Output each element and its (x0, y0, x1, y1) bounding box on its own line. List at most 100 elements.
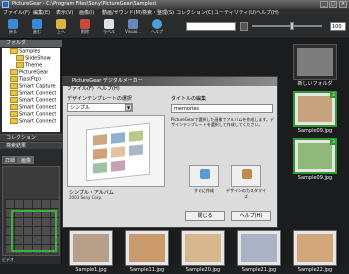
preview-photo (93, 148, 107, 160)
customize-button[interactable] (231, 165, 261, 187)
menu-file[interactable]: ファイル(F) (3, 9, 30, 17)
tree-item-label: Tips(Ftp) (19, 76, 41, 83)
minimize-button[interactable]: _ (320, 1, 328, 8)
tree-item[interactable]: Smart Capture (10, 83, 56, 90)
template-select[interactable]: シンプル (67, 103, 133, 112)
thumbnail-label: Sample11.jpg (129, 267, 165, 273)
folder-icon (10, 111, 18, 117)
photo-icon (129, 234, 165, 262)
folder-icon (10, 76, 18, 82)
menu-search[interactable]: 検索・整理(S) (142, 9, 174, 17)
make-now-label: すぐに作成 (194, 188, 214, 193)
preview-selection (11, 210, 57, 252)
visual-button[interactable]: Visual... (122, 18, 144, 38)
back-label: 戻る (9, 29, 17, 34)
menu-collection[interactable]: コレクション(C) (176, 9, 213, 17)
preview-photo (93, 162, 107, 174)
thumbnail[interactable] (293, 44, 337, 80)
up-icon (56, 19, 66, 29)
preview-photo (129, 144, 143, 156)
folder-tree[interactable]: Samples SlideShow Theme PictureGear Tips… (2, 48, 60, 132)
thumbnail[interactable] (293, 230, 337, 266)
folder-header: フォルダ (0, 40, 62, 47)
up-button[interactable]: 上へ (50, 18, 72, 38)
forward-button[interactable]: 進む (26, 18, 48, 38)
thumbnail-label: Sample09.jpg (297, 175, 333, 181)
tree-item[interactable]: Smart Connect (10, 104, 56, 111)
delete-icon (80, 19, 90, 29)
dialog-menu-file[interactable]: ファイル(F) (67, 86, 94, 93)
thumbnail[interactable] (69, 230, 113, 266)
tree-item[interactable]: Smart Connect (10, 111, 56, 118)
maximize-button[interactable]: □ (329, 1, 337, 8)
folder-icon (16, 62, 24, 68)
close-button[interactable]: × (339, 1, 347, 8)
chevron-down-icon[interactable]: ▼ (125, 104, 132, 111)
dialog-close-button[interactable]: 閉じる (185, 211, 225, 221)
label-badge: 3 (330, 92, 337, 98)
back-button[interactable]: 戻る (2, 18, 24, 38)
tree-item[interactable]: Smart Connect (10, 97, 56, 104)
make-now-button[interactable] (189, 165, 219, 187)
folder-icon (16, 55, 24, 61)
collection-section[interactable]: コレクション (0, 134, 62, 141)
tree-item-label: Samples (19, 48, 41, 55)
zoom-field[interactable]: 100 (330, 22, 346, 31)
zoom-slider-track[interactable] (252, 25, 322, 27)
help-button[interactable]: ヘルプ (146, 18, 168, 38)
menu-edit[interactable]: 編集(E) (33, 9, 50, 17)
menu-help[interactable]: ヘルプ(H) (256, 9, 279, 17)
label-badge: 3 (330, 139, 337, 145)
tree-item[interactable]: Smart Connect (10, 90, 56, 97)
menu-view[interactable]: 表示(V) (56, 9, 73, 17)
search-results-section[interactable]: 検索結果 (0, 142, 62, 149)
digital-maker-dialog: PictureGear デジタルメーカー ファイル(F) ヘルプ(H) デザイン… (62, 76, 278, 228)
tree-item-label: Smart Connect (19, 111, 57, 118)
zoom-slider-thumb[interactable] (290, 22, 294, 30)
search-go-icon[interactable] (240, 22, 248, 31)
thumbnail[interactable]: 3 (293, 91, 337, 127)
search-field[interactable] (186, 22, 236, 31)
help-icon (152, 19, 162, 29)
album-page-preview (86, 122, 150, 182)
app-icon (2, 1, 9, 8)
customize-label: デザインのカスタマイズ (226, 188, 266, 199)
preview-photo (111, 146, 125, 158)
thumbnail[interactable]: 3 (293, 138, 337, 174)
tab-details[interactable]: 詳細 (2, 156, 19, 164)
dialog-info-text: PictureGearで選択した画像でアルバムを作成します。デザインテンプレート… (171, 117, 274, 127)
menu-movie-sound[interactable]: 動画/サウンド(M) (102, 9, 142, 17)
tree-item-label: Smart Connect (19, 90, 57, 97)
title-edit-label: タイトルの編集 (171, 96, 207, 102)
delete-button[interactable]: 削除 (74, 18, 96, 38)
thumbnail-label: Sample21.jpg (241, 267, 277, 273)
panel-tabs: 詳細 画像 (0, 156, 62, 164)
thumbnail-label: Sample22.jpg (297, 267, 333, 273)
up-label: 上へ (57, 29, 65, 34)
thumbnail[interactable] (125, 230, 169, 266)
tree-item[interactable]: Samples (10, 48, 40, 55)
customize-icon (242, 169, 252, 179)
menu-image[interactable]: 画像(I) (79, 9, 94, 17)
dialog-menu-bar: ファイル(F) ヘルプ(H) (63, 86, 277, 93)
folder-icon (10, 104, 18, 110)
thumbnail[interactable] (237, 230, 281, 266)
folder-icon (10, 83, 18, 89)
tree-item[interactable]: Tips(Ftp) (10, 76, 41, 83)
tree-item[interactable]: Theme (16, 62, 42, 69)
tree-item-label: Smart Connect (19, 118, 57, 125)
dialog-menu-help[interactable]: ヘルプ(H) (97, 86, 120, 93)
video-tab[interactable]: ビデオ (2, 256, 60, 264)
tab-image[interactable]: 画像 (18, 156, 35, 164)
dialog-help-button[interactable]: ヘルプ(H) (231, 211, 271, 221)
album-title-input[interactable]: memories (171, 104, 273, 113)
label-button[interactable]: ラベル (98, 18, 120, 38)
preview-pane (2, 166, 60, 256)
tree-item[interactable]: SlideShow (16, 55, 51, 62)
menu-utility[interactable]: ユーティリティ(U) (214, 9, 256, 17)
label-label: ラベル (103, 29, 115, 34)
tree-item[interactable]: Smart Connect (10, 118, 56, 125)
folder-icon (10, 69, 18, 75)
thumbnail[interactable] (181, 230, 225, 266)
tree-item[interactable]: PictureGear (10, 69, 48, 76)
